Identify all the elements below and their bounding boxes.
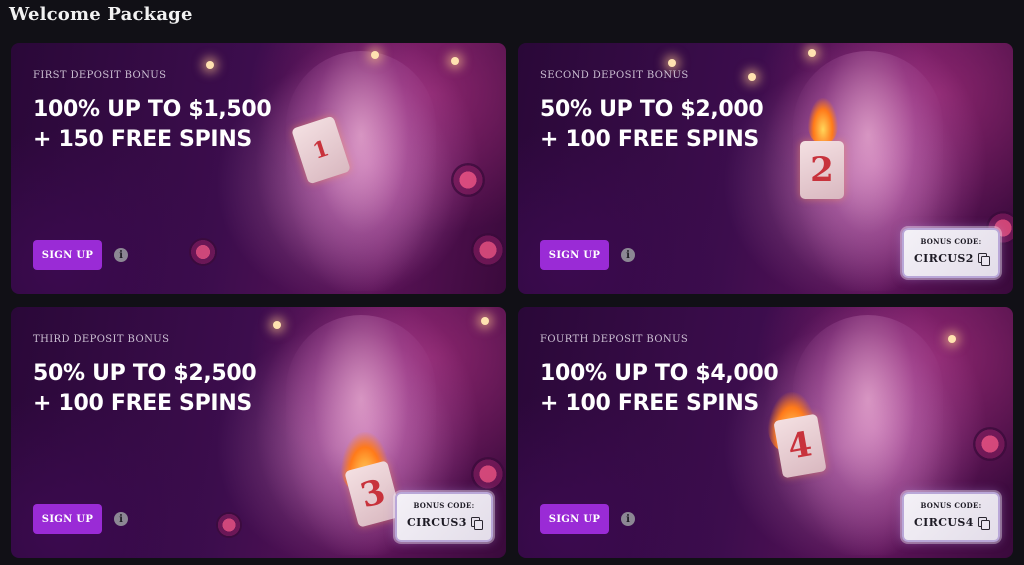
stage-light (808, 49, 816, 57)
bonus-headline: 100% UP TO $1,500 + 150 FREE SPINS (33, 95, 272, 155)
bonus-code-label: BONUS CODE: (920, 237, 982, 246)
copy-icon[interactable] (978, 253, 990, 266)
stage-light (451, 57, 459, 65)
stage-light (273, 321, 281, 329)
headline-line-1: 100% UP TO $4,000 (540, 361, 779, 386)
bonus-card-fourth: 4 FOURTH DEPOSIT BONUS 100% UP TO $4,000… (518, 307, 1013, 558)
casino-chip (451, 163, 485, 197)
info-icon[interactable]: i (621, 248, 635, 262)
bonus-code-box[interactable]: BONUS CODE: CIRCUS3 (395, 492, 493, 542)
headline-line-1: 50% UP TO $2,000 (540, 97, 764, 122)
bonus-code-label: BONUS CODE: (920, 501, 982, 510)
sign-up-button[interactable]: SIGN UP (33, 240, 102, 270)
bonus-headline: 50% UP TO $2,500 + 100 FREE SPINS (33, 359, 257, 419)
casino-chip (471, 233, 505, 267)
sign-up-button[interactable]: SIGN UP (540, 240, 609, 270)
headline-line-1: 100% UP TO $1,500 (33, 97, 272, 122)
stage-light (481, 317, 489, 325)
info-icon[interactable]: i (114, 248, 128, 262)
bonus-code-value: CIRCUS3 (407, 516, 467, 529)
bonus-label: SECOND DEPOSIT BONUS (540, 70, 689, 81)
bonus-grid: 1 FIRST DEPOSIT BONUS 100% UP TO $1,500 … (11, 43, 1013, 558)
headline-line-2: + 150 FREE SPINS (33, 127, 252, 152)
stage-light (948, 335, 956, 343)
stage-light (371, 51, 379, 59)
sign-up-button[interactable]: SIGN UP (33, 504, 102, 534)
headline-line-1: 50% UP TO $2,500 (33, 361, 257, 386)
page-title: Welcome Package (9, 4, 193, 25)
bonus-label: FIRST DEPOSIT BONUS (33, 70, 167, 81)
bonus-headline: 50% UP TO $2,000 + 100 FREE SPINS (540, 95, 764, 155)
sign-up-button[interactable]: SIGN UP (540, 504, 609, 534)
stage-light (206, 61, 214, 69)
bonus-card-third: 3 THIRD DEPOSIT BONUS 50% UP TO $2,500 +… (11, 307, 506, 558)
stage-light (748, 73, 756, 81)
bonus-code-value: CIRCUS2 (914, 252, 974, 265)
bonus-code-value: CIRCUS4 (914, 516, 974, 529)
copy-icon[interactable] (978, 517, 990, 530)
casino-chip (216, 512, 242, 538)
bonus-code-box[interactable]: BONUS CODE: CIRCUS2 (902, 228, 1000, 278)
bonus-label: FOURTH DEPOSIT BONUS (540, 334, 689, 345)
bonus-card-second: 2 SECOND DEPOSIT BONUS 50% UP TO $2,000 … (518, 43, 1013, 294)
bonus-code-box[interactable]: BONUS CODE: CIRCUS4 (902, 492, 1000, 542)
candle-flame (808, 98, 838, 143)
info-icon[interactable]: i (114, 512, 128, 526)
bonus-label: THIRD DEPOSIT BONUS (33, 334, 170, 345)
casino-chip (973, 427, 1007, 461)
headline-line-2: + 100 FREE SPINS (33, 391, 252, 416)
headline-line-2: + 100 FREE SPINS (540, 391, 759, 416)
stage-light (668, 59, 676, 67)
copy-icon[interactable] (471, 517, 483, 530)
bonus-code-label: BONUS CODE: (413, 501, 475, 510)
casino-chip (189, 238, 217, 266)
bonus-card-first: 1 FIRST DEPOSIT BONUS 100% UP TO $1,500 … (11, 43, 506, 294)
info-icon[interactable]: i (621, 512, 635, 526)
bonus-headline: 100% UP TO $4,000 + 100 FREE SPINS (540, 359, 779, 419)
headline-line-2: + 100 FREE SPINS (540, 127, 759, 152)
casino-chip (471, 457, 505, 491)
number-card: 2 (800, 141, 844, 199)
